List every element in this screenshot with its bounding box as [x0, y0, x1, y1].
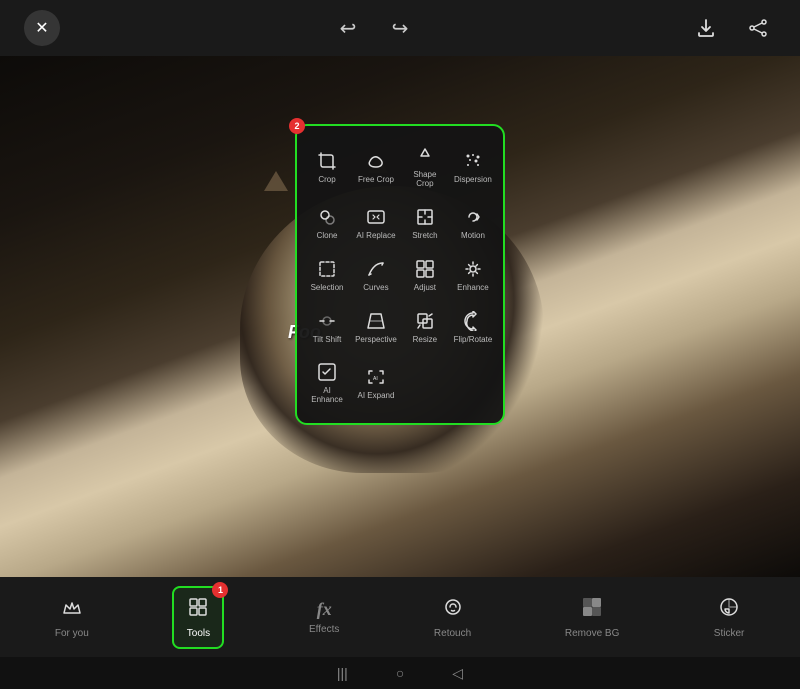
bottom-item-retouch[interactable]: Retouch — [424, 588, 481, 647]
flip-rotate-icon — [461, 309, 485, 333]
nav-menu-icon[interactable]: ||| — [337, 665, 348, 681]
tool-selection[interactable]: Selection — [305, 251, 349, 299]
tool-tilt-shift[interactable]: Tilt Shift — [305, 303, 349, 351]
tool-crop[interactable]: Crop — [305, 138, 349, 195]
nav-home-icon[interactable]: ○ — [396, 665, 404, 681]
top-bar-left: ✕ — [24, 10, 60, 46]
ai-expand-icon: AI — [364, 365, 388, 389]
top-bar-right — [688, 10, 776, 46]
crown-icon — [61, 596, 83, 624]
tool-flip-rotate[interactable]: Flip/Rotate — [451, 303, 495, 351]
undo-button[interactable]: ↩ — [330, 10, 366, 46]
sticker-label: Sticker — [714, 628, 745, 639]
close-button[interactable]: ✕ — [24, 10, 60, 46]
tool-free-crop[interactable]: Free Crop — [353, 138, 399, 195]
ai-replace-icon — [364, 205, 388, 229]
cat-ear-left — [264, 171, 288, 191]
tilt-shift-label: Tilt Shift — [313, 336, 342, 345]
tools-grid: Crop Free Crop S — [305, 138, 495, 411]
selection-label: Selection — [311, 284, 344, 293]
ai-enhance-icon — [315, 360, 339, 384]
tool-shape-crop[interactable]: Shape Crop — [403, 138, 447, 195]
ai-enhance-label: AI Enhance — [307, 387, 347, 405]
tool-curves[interactable]: Curves — [353, 251, 399, 299]
adjust-icon — [413, 257, 437, 281]
bottom-item-for-you[interactable]: For you — [45, 588, 99, 647]
share-button[interactable] — [740, 10, 776, 46]
redo-button[interactable]: ↪ — [382, 10, 418, 46]
tool-stretch[interactable]: Stretch — [403, 199, 447, 247]
curves-icon — [364, 257, 388, 281]
selection-icon — [315, 257, 339, 281]
tools-panel: 2 Crop F — [295, 124, 505, 425]
bottom-bar: For you 1 Tools fx Effects Retouch — [0, 577, 800, 657]
bottom-item-remove-bg[interactable]: Remove BG — [555, 588, 629, 647]
ai-replace-label: AI Replace — [356, 232, 395, 241]
top-bar: ✕ ↩ ↪ — [0, 0, 800, 56]
for-you-label: For you — [55, 628, 89, 639]
tool-resize[interactable]: Resize — [403, 303, 447, 351]
bottom-item-sticker[interactable]: Sticker — [703, 588, 755, 647]
effects-icon: fx — [317, 599, 332, 620]
tool-motion[interactable]: Motion — [451, 199, 495, 247]
remove-bg-icon — [581, 596, 603, 624]
effects-label: Effects — [309, 624, 339, 635]
remove-bg-label: Remove BG — [565, 628, 619, 639]
retouch-label: Retouch — [434, 628, 471, 639]
tools-panel-wrapper: 2 Crop F — [295, 204, 505, 505]
top-bar-center: ↩ ↪ — [330, 10, 418, 46]
bottom-item-tools[interactable]: 1 Tools — [172, 586, 224, 649]
system-nav-bar: ||| ○ ◁ — [0, 657, 800, 689]
image-area: Foo 2 Crop — [0, 56, 800, 577]
shape-crop-icon — [413, 144, 437, 168]
tool-dispersion[interactable]: Dispersion — [451, 138, 495, 195]
tools-icon — [187, 596, 209, 624]
free-crop-icon — [364, 149, 388, 173]
bottom-item-effects[interactable]: fx Effects — [298, 591, 350, 643]
adjust-label: Adjust — [414, 284, 436, 293]
free-crop-label: Free Crop — [358, 176, 394, 185]
stretch-label: Stretch — [412, 232, 437, 241]
tool-clone[interactable]: Clone — [305, 199, 349, 247]
resize-label: Resize — [413, 336, 437, 345]
tool-ai-enhance[interactable]: AI Enhance — [305, 354, 349, 411]
tools-badge: 1 — [212, 582, 228, 598]
flip-rotate-label: Flip/Rotate — [454, 336, 493, 345]
motion-icon — [461, 205, 485, 229]
download-button[interactable] — [688, 10, 724, 46]
tool-perspective[interactable]: Perspective — [353, 303, 399, 351]
retouch-icon — [442, 596, 464, 624]
tools-panel-badge: 2 — [289, 118, 305, 134]
crop-icon — [315, 149, 339, 173]
motion-label: Motion — [461, 232, 485, 241]
dispersion-icon — [461, 149, 485, 173]
sticker-icon — [718, 596, 740, 624]
tool-ai-replace[interactable]: AI Replace — [353, 199, 399, 247]
shape-crop-label: Shape Crop — [405, 171, 445, 189]
clone-icon — [315, 205, 339, 229]
svg-text:AI: AI — [373, 376, 378, 382]
perspective-icon — [364, 309, 388, 333]
perspective-label: Perspective — [355, 336, 397, 345]
nav-back-icon[interactable]: ◁ — [452, 665, 463, 682]
tool-adjust[interactable]: Adjust — [403, 251, 447, 299]
enhance-label: Enhance — [457, 284, 489, 293]
dispersion-label: Dispersion — [454, 176, 492, 185]
curves-label: Curves — [363, 284, 388, 293]
tool-ai-expand[interactable]: AI AI Expand — [353, 354, 399, 411]
tool-enhance[interactable]: Enhance — [451, 251, 495, 299]
stretch-icon — [413, 205, 437, 229]
ai-expand-label: AI Expand — [358, 392, 395, 401]
clone-label: Clone — [317, 232, 338, 241]
enhance-icon — [461, 257, 485, 281]
tilt-shift-icon — [315, 309, 339, 333]
resize-icon — [413, 309, 437, 333]
crop-label: Crop — [318, 176, 335, 185]
tools-label: Tools — [187, 628, 210, 639]
